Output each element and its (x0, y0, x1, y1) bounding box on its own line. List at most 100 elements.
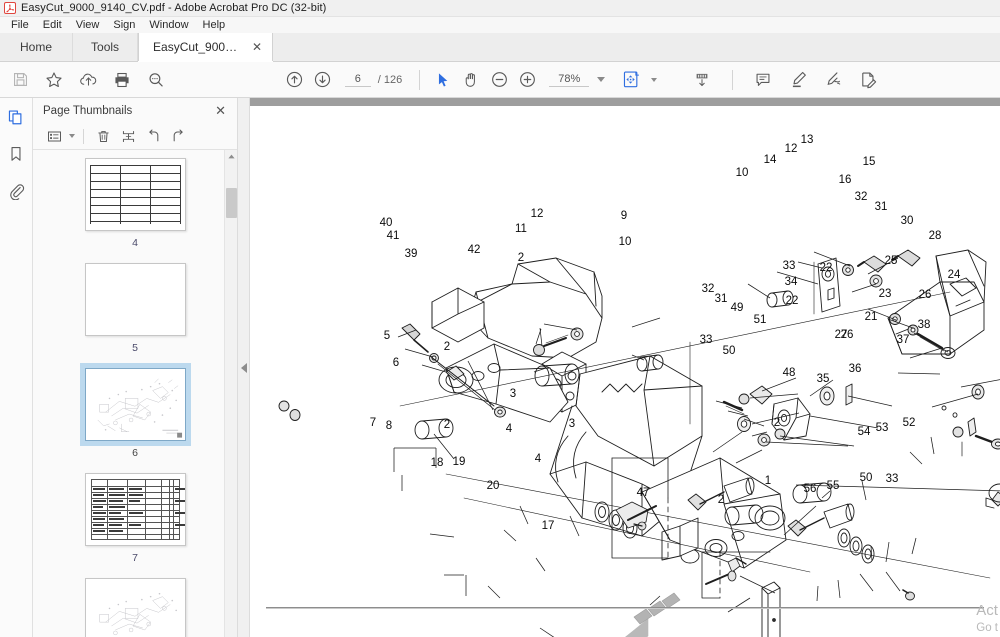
callout-number: 36 (849, 363, 862, 375)
fit-page-icon[interactable] (619, 68, 643, 92)
list-item[interactable]: 5 (33, 263, 237, 368)
zoom-out-icon[interactable] (487, 68, 511, 92)
thumbnail-artwork (97, 378, 182, 438)
thumbnail-size-icon[interactable] (43, 125, 65, 147)
list-item[interactable]: 7 (33, 473, 237, 578)
callout-number: 53 (876, 422, 889, 434)
scroll-up-icon[interactable] (227, 152, 236, 161)
sidebar-item-attachments[interactable] (3, 178, 29, 204)
callout-number: 21 (865, 311, 878, 323)
callout-number: 51 (754, 314, 767, 326)
thumbnail-page[interactable] (84, 158, 186, 231)
print-icon[interactable] (110, 68, 134, 92)
tab-document[interactable]: EasyCut_9000_914... ✕ (138, 33, 274, 61)
close-icon[interactable]: ✕ (212, 102, 229, 119)
sidebar-item-bookmarks[interactable] (3, 141, 29, 167)
search-icon[interactable] (144, 68, 168, 92)
zoom-level-input[interactable] (549, 72, 590, 87)
tab-home-label: Home (20, 40, 53, 54)
rotate-ccw-icon[interactable] (142, 125, 164, 147)
tab-tools-label: Tools (91, 40, 120, 54)
menu-file[interactable]: File (4, 17, 36, 33)
arrow-down-circle-icon[interactable] (311, 68, 335, 92)
collapse-panel-button[interactable] (238, 98, 250, 637)
callout-number: 10 (736, 167, 749, 179)
zoom-in-icon[interactable] (515, 68, 539, 92)
callout-number: 40 (380, 217, 393, 229)
callout-number: 6 (393, 357, 399, 369)
rotate-cw-icon[interactable] (167, 125, 189, 147)
thumbnail-page[interactable] (84, 578, 186, 637)
sign-icon[interactable] (821, 68, 845, 92)
thumbnail-page-selected[interactable] (79, 363, 191, 446)
tab-tools[interactable]: Tools (73, 33, 139, 61)
callout-number: 26 (919, 289, 932, 301)
thumbnail-page-number: 7 (132, 552, 138, 564)
scrollbar-thumb[interactable] (226, 188, 237, 218)
callout-number: 34 (785, 276, 798, 288)
cursor-arrow-icon[interactable] (431, 68, 455, 92)
callout-number: 10 (619, 236, 632, 248)
callout-number: 48 (783, 367, 796, 379)
star-icon[interactable] (42, 68, 66, 92)
arrow-up-circle-icon[interactable] (283, 68, 307, 92)
chevron-down-icon[interactable] (597, 77, 606, 82)
page-display-icon[interactable] (690, 68, 714, 92)
list-item[interactable]: 6 (33, 363, 237, 473)
thumbnail-artwork (89, 165, 181, 224)
page-total-label: / 126 (377, 73, 403, 86)
sidebar-item-page-thumbnails[interactable] (3, 104, 29, 130)
list-item[interactable]: 8 (33, 578, 237, 637)
extract-pages-icon[interactable] (117, 125, 139, 147)
close-icon[interactable]: ✕ (250, 39, 264, 55)
callout-number: 47 (637, 487, 650, 499)
callout-number: 22 (786, 295, 799, 307)
page-navigation: / 126 (344, 72, 403, 87)
callout-number: 2 (718, 494, 724, 506)
menu-window[interactable]: Window (142, 17, 195, 33)
save-icon[interactable] (8, 68, 32, 92)
callout-number: 31 (715, 293, 728, 305)
toolbar-divider-2 (732, 69, 733, 90)
menu-edit[interactable]: Edit (36, 17, 69, 33)
menu-help[interactable]: Help (196, 17, 233, 33)
callout-number: 30 (901, 215, 914, 227)
edit-pdf-icon[interactable] (856, 68, 880, 92)
callout-number: 24 (948, 269, 961, 281)
callout-number: 13 (801, 134, 814, 146)
hand-icon[interactable] (459, 68, 483, 92)
navigation-rail (0, 98, 33, 637)
callout-number: 2 (518, 252, 524, 264)
callout-number: 32 (702, 283, 715, 295)
chevron-down-icon[interactable] (69, 134, 75, 138)
list-item[interactable]: 4 (33, 158, 237, 263)
delete-pages-icon[interactable] (92, 125, 114, 147)
main-toolbar: / 126 (0, 62, 1000, 98)
tab-document-label: EasyCut_9000_914... (153, 40, 240, 54)
callout-number: 2 (774, 417, 780, 429)
thumbnails-scrollbar[interactable] (224, 150, 237, 637)
thumbnails-scroll-area: 4 5 6 7 (33, 150, 237, 637)
thumbnail-page[interactable] (84, 263, 186, 336)
thumbnails-toolbar (33, 123, 237, 150)
menu-view[interactable]: View (69, 17, 107, 33)
page-number-input[interactable] (344, 72, 371, 87)
menu-sign[interactable]: Sign (106, 17, 142, 33)
callout-number: 55 (827, 480, 840, 492)
comment-icon[interactable] (751, 68, 775, 92)
toolbar-right-group (690, 68, 1000, 92)
fit-page-chevron-icon[interactable] (651, 77, 658, 82)
callout-number: 16 (839, 174, 852, 186)
callout-number: 12 (531, 208, 544, 220)
callout-number: 5 (384, 330, 390, 342)
callout-number: 50 (860, 472, 873, 484)
highlighter-icon[interactable] (786, 68, 810, 92)
chevron-left-icon (240, 362, 247, 373)
page-footer-rule (266, 607, 984, 609)
thumbnail-page[interactable] (84, 473, 186, 546)
upload-cloud-icon[interactable] (76, 68, 100, 92)
tab-home[interactable]: Home (0, 33, 74, 61)
document-viewport[interactable]: 40 41 39 42 12 11 2 9 10 10 14 12 13 15 16 32 31 30 28 25 24… (250, 98, 1000, 637)
tab-strip: Home Tools EasyCut_9000_914... ✕ (0, 33, 1000, 62)
callout-number: 35 (817, 373, 830, 385)
